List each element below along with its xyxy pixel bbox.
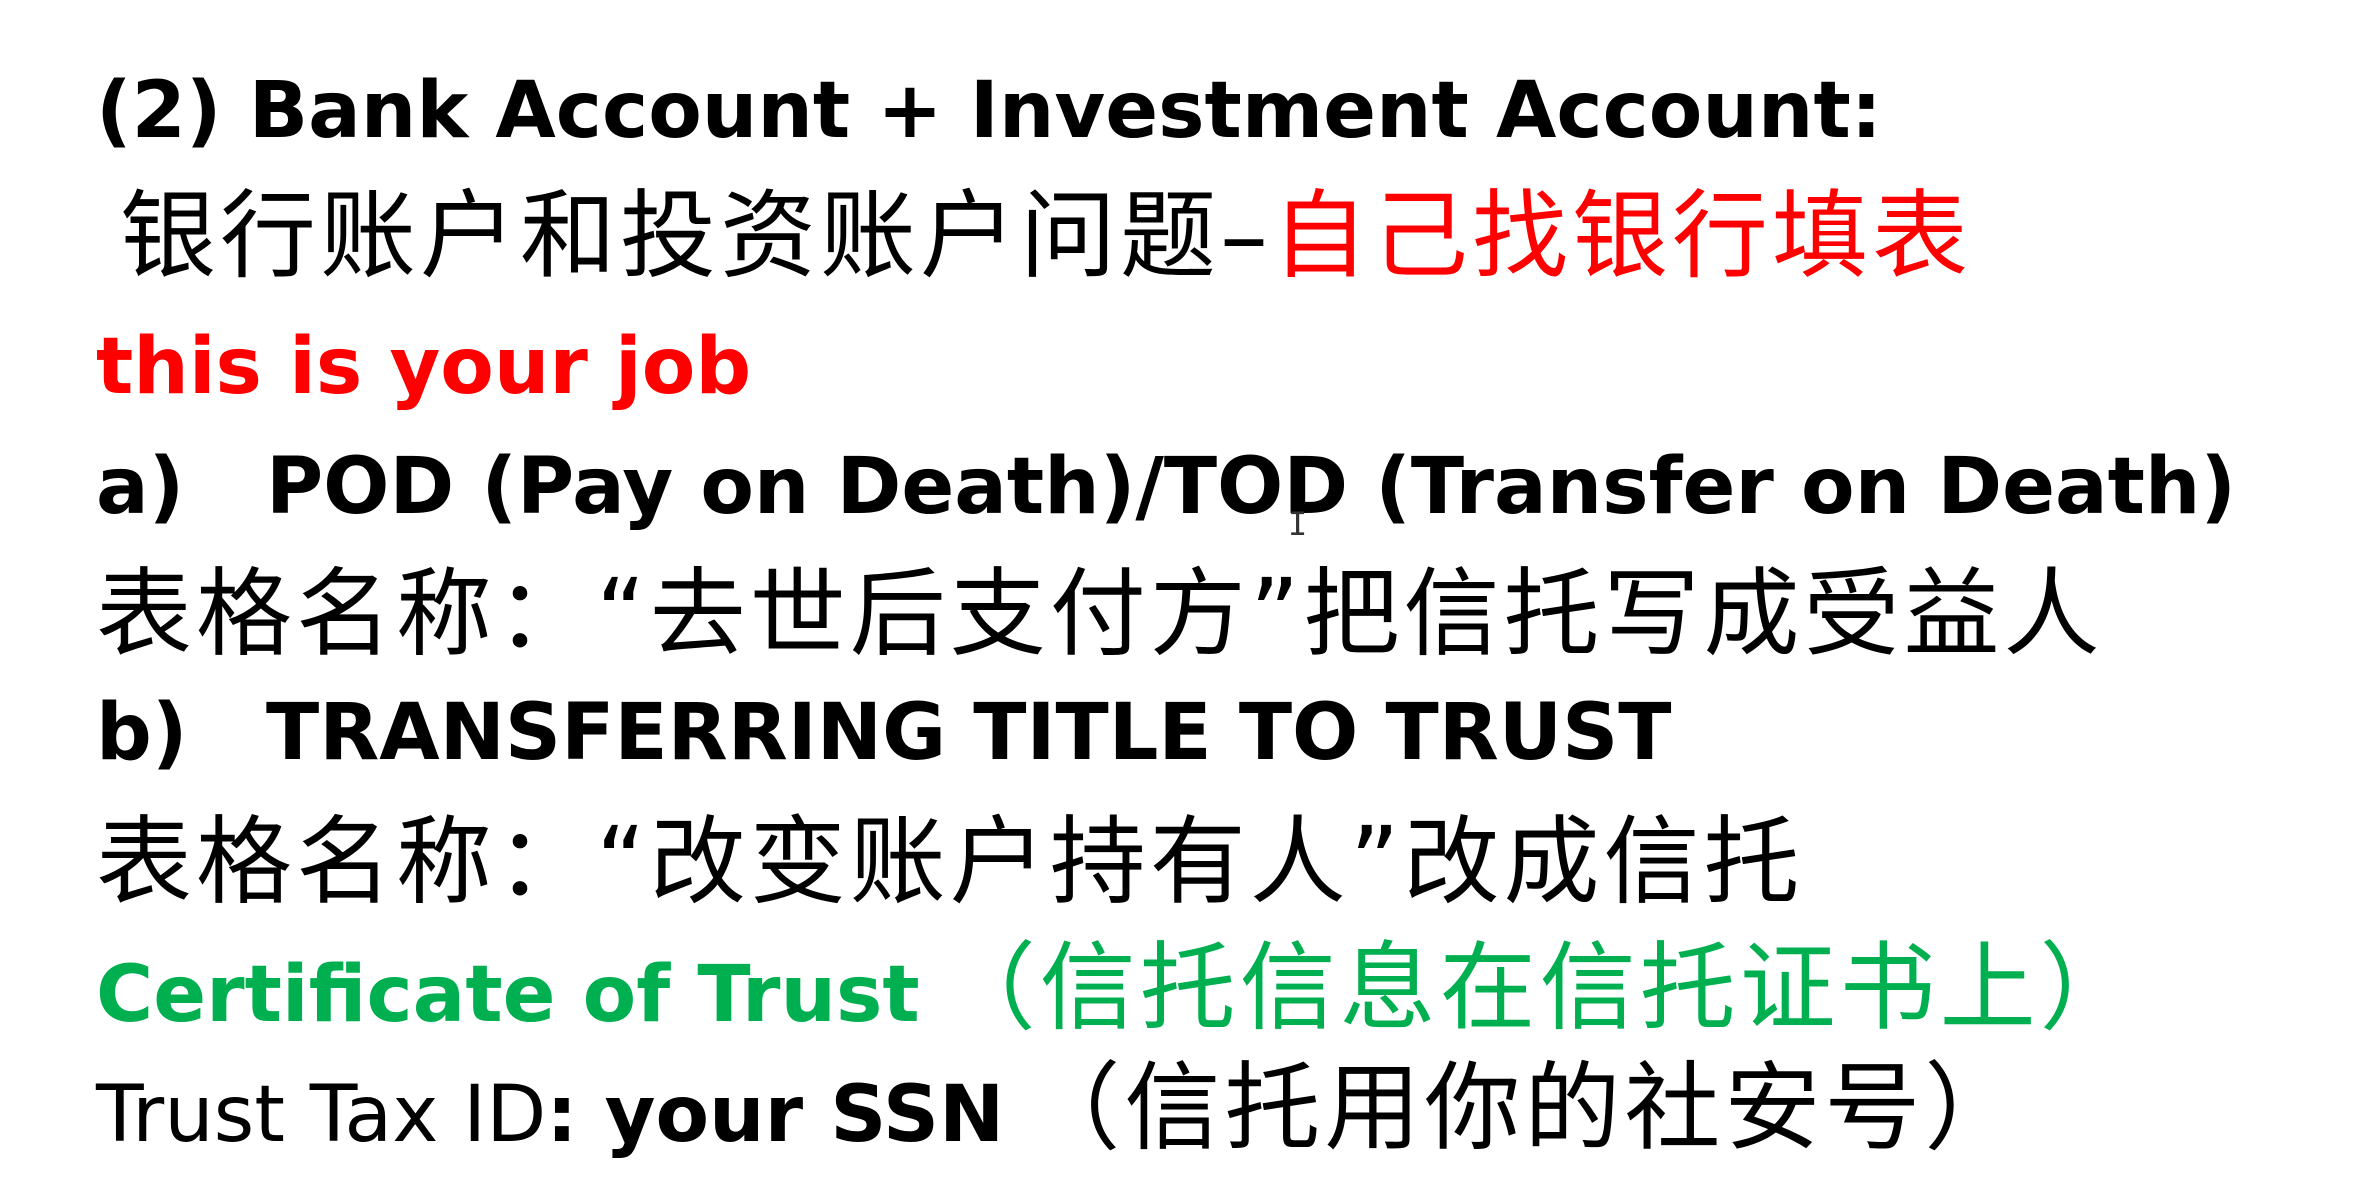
item-b-marker: b) — [96, 688, 188, 778]
presentation-slide: (2) Bank Account + Investment Account: 银… — [0, 0, 2358, 1187]
item-b-form-text: 表格名称：“改变账户持有人”改成信托 — [96, 806, 1804, 918]
item-a-form-name: 表格名称：“去世后支付方”把信托写成受益人 — [96, 566, 2103, 662]
tax-id-line: Trust Tax ID: your SSN （信托用你的社安号） — [96, 1060, 2024, 1156]
item-a-text: POD (Pay on Death)/TOD (Transfer on Deat… — [266, 442, 2237, 532]
item-a: a) POD (Pay on Death)/TOD (Transfer on De… — [96, 448, 2236, 526]
item-b-text: TRANSFERRING TITLE TO TRUST — [266, 688, 1672, 778]
slide-heading: (2) Bank Account + Investment Account: — [96, 72, 1882, 150]
certificate-label: Certificate of Trust — [96, 950, 920, 1040]
item-a-marker: a) — [96, 442, 185, 532]
heading-text: (2) Bank Account + Investment Account: — [96, 66, 1882, 156]
chinese-subtitle: 银行账户和投资账户问题–自己找银行填表 — [120, 188, 1972, 284]
certificate-cn: （信托信息在信托证书上） — [939, 932, 2140, 1044]
item-b-form-name: 表格名称：“改变账户持有人”改成信托 — [96, 814, 1803, 910]
tax-id-value: your SSN — [577, 1070, 1005, 1160]
job-note: this is your job — [96, 328, 751, 406]
tax-id-colon: : — [546, 1070, 578, 1160]
tax-id-cn: （信托用你的社安号） — [1024, 1052, 2025, 1164]
item-a-form-text: 表格名称：“去世后支付方”把信托写成受益人 — [96, 558, 2104, 670]
certificate-line: Certificate of Trust （信托信息在信托证书上） — [96, 940, 2140, 1036]
subtitle-black-text: 银行账户和投资账户问题 — [120, 180, 1220, 292]
job-note-text: this is your job — [96, 322, 752, 412]
text-cursor-icon: I — [1288, 505, 1308, 543]
subtitle-dash: – — [1220, 180, 1272, 292]
item-b: b) TRANSFERRING TITLE TO TRUST — [96, 694, 1672, 772]
tax-id-prefix: Trust Tax ID — [96, 1070, 547, 1160]
subtitle-red-text: 自己找银行填表 — [1272, 180, 1972, 292]
